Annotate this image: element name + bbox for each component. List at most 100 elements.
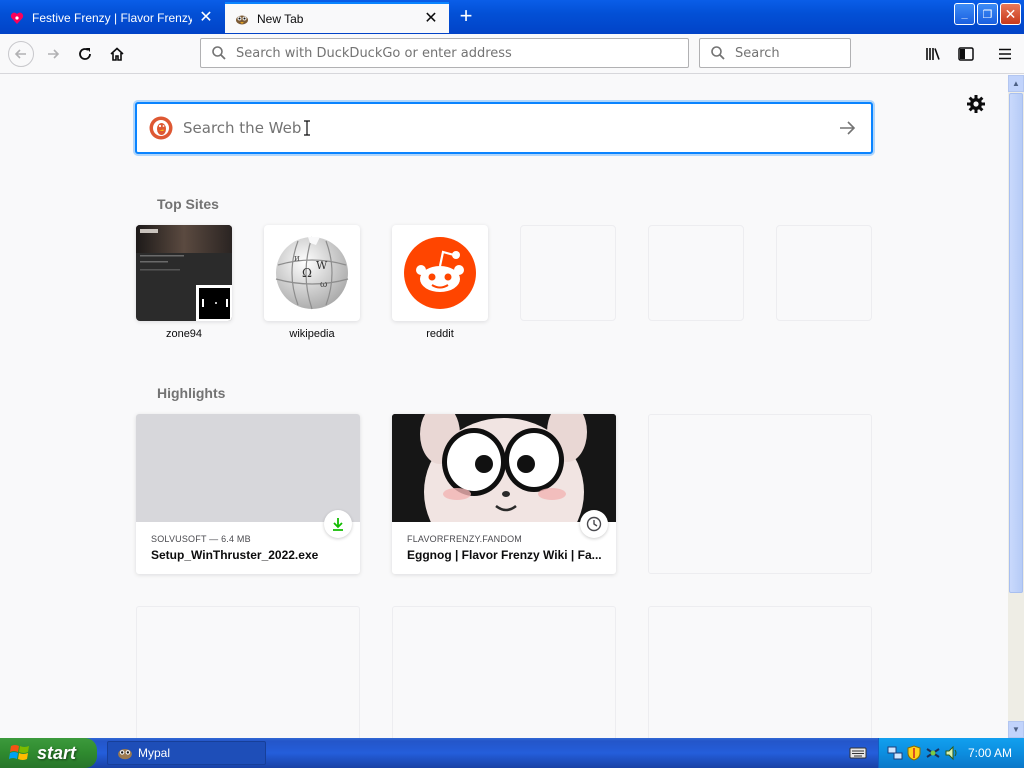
empty-site-tile	[648, 225, 744, 321]
taskbar-clock[interactable]: 7:00 AM	[968, 746, 1012, 760]
wikipedia-globe-icon: Ω W и ω	[275, 236, 349, 310]
home-button[interactable]	[105, 42, 129, 66]
card-source: FLAVORFRENZY.FANDOM	[407, 534, 522, 544]
tab-title: Festive Frenzy | Flavor Frenzy Wiki	[32, 10, 192, 25]
empty-site-tile	[776, 225, 872, 321]
card-title: Eggnog | Flavor Frenzy Wiki | Fa...	[407, 548, 602, 562]
menu-button[interactable]	[993, 42, 1017, 66]
top-site-label: zone94	[165, 328, 203, 340]
top-site-empty-slot[interactable]	[648, 225, 744, 321]
top-site-wikipedia[interactable]: Ω W и ω wikipedia	[264, 225, 360, 340]
top-site-label: wikipedia	[289, 328, 335, 340]
close-window-button[interactable]: ✕	[1000, 3, 1021, 25]
highlight-empty-slot	[136, 606, 360, 738]
download-badge	[324, 510, 352, 538]
history-clock-icon	[586, 516, 602, 532]
maximize-button[interactable]: ❐	[977, 3, 998, 25]
download-icon	[333, 518, 343, 531]
gear-icon[interactable]	[966, 94, 986, 114]
svg-text:ω: ω	[320, 280, 327, 290]
eggnog-character-image	[392, 414, 616, 566]
card-source: SOLVUSOFT — 6.4 MB	[151, 534, 251, 544]
top-site-empty-slot[interactable]	[776, 225, 872, 321]
svg-text:Ω: Ω	[302, 266, 312, 280]
highlight-card-download[interactable]: SOLVUSOFT — 6.4 MB Setup_WinThruster_202…	[136, 414, 360, 574]
sidebar-toggle-button[interactable]	[954, 42, 978, 66]
web-search-box[interactable]	[135, 102, 873, 154]
card-title: Setup_WinThruster_2022.exe	[151, 548, 319, 562]
mypal-icon	[118, 749, 132, 760]
scroll-down-button[interactable]: ▼	[1008, 721, 1024, 738]
new-tab-page: Top Sites zone94	[0, 75, 1008, 738]
svg-text:и: и	[294, 254, 300, 264]
home-icon	[110, 47, 124, 61]
highlight-empty-slot	[648, 414, 872, 574]
connection-icon[interactable]	[925, 745, 941, 761]
web-search-input[interactable]	[181, 118, 837, 138]
search-input[interactable]	[733, 44, 907, 62]
library-button[interactable]	[922, 42, 946, 66]
tab-title: New Tab	[257, 11, 304, 26]
zone94-thumbnail	[136, 225, 232, 321]
empty-site-tile	[520, 225, 616, 321]
scroll-up-button[interactable]: ▲	[1008, 75, 1024, 92]
vertical-scrollbar[interactable]: ▲ ▼	[1008, 75, 1024, 738]
reload-icon	[79, 48, 91, 60]
search-icon	[711, 46, 725, 60]
forward-button[interactable]	[41, 42, 65, 66]
taskbar-item-mypal[interactable]: Mypal	[107, 741, 266, 765]
back-arrow-icon	[14, 49, 26, 59]
site-thumbnail	[392, 225, 488, 321]
top-site-empty-slot[interactable]	[520, 225, 616, 321]
card-thumbnail	[136, 414, 360, 522]
tab-close-icon[interactable]: ✕	[423, 10, 439, 27]
site-thumbnail: Ω W и ω	[264, 225, 360, 321]
keyboard-icon[interactable]	[849, 746, 867, 760]
tab-close-icon[interactable]: ✕	[198, 9, 214, 26]
top-sites-heading: Top Sites	[157, 196, 219, 212]
site-thumbnail	[136, 225, 232, 321]
search-icon	[212, 46, 226, 60]
taskbar-item-label: Mypal	[138, 746, 171, 760]
library-icon	[926, 48, 940, 60]
arrow-right-icon[interactable]	[837, 118, 857, 138]
url-bar[interactable]	[200, 38, 689, 68]
highlight-empty-slot	[648, 606, 872, 738]
scroll-thumb[interactable]	[1009, 93, 1023, 593]
duckduckgo-logo-icon	[149, 116, 173, 140]
back-button[interactable]	[8, 41, 34, 67]
windows-taskbar: start Mypal 7:00 AM	[0, 738, 1024, 768]
reload-button[interactable]	[73, 42, 97, 66]
start-button[interactable]: start	[0, 738, 97, 768]
sidebar-icon	[958, 47, 974, 61]
reddit-icon	[404, 237, 476, 309]
network-icon[interactable]	[887, 745, 903, 761]
new-tab-button[interactable]: +	[455, 5, 477, 28]
start-label: start	[37, 742, 77, 763]
card-thumbnail	[392, 414, 616, 566]
svg-text:W: W	[316, 259, 328, 272]
forward-arrow-icon	[48, 49, 60, 59]
mypal-icon	[236, 15, 248, 24]
tab-festive-frenzy[interactable]: Festive Frenzy | Flavor Frenzy Wiki ✕	[0, 2, 224, 33]
fandom-heart-icon	[10, 12, 24, 24]
top-site-zone94[interactable]: zone94	[136, 225, 232, 340]
url-input[interactable]	[234, 44, 688, 62]
highlights-heading: Highlights	[157, 385, 226, 401]
system-tray: 7:00 AM	[878, 738, 1024, 768]
hamburger-menu-icon	[999, 48, 1011, 60]
top-site-reddit[interactable]: reddit	[392, 225, 488, 340]
volume-icon[interactable]	[944, 745, 960, 761]
browser-tab-bar: Festive Frenzy | Flavor Frenzy Wiki ✕ Ne…	[0, 0, 1024, 34]
security-shield-icon[interactable]	[906, 745, 922, 761]
highlight-card-eggnog[interactable]: FLAVORFRENZY.FANDOM Eggnog | Flavor Fren…	[392, 414, 616, 574]
navigation-toolbar	[0, 34, 1024, 74]
windows-logo-icon	[9, 745, 29, 760]
text-cursor-icon	[304, 120, 310, 136]
minimize-button[interactable]: _	[954, 3, 975, 25]
search-bar[interactable]	[699, 38, 907, 68]
top-site-label: reddit	[426, 328, 454, 340]
history-badge	[580, 510, 608, 538]
tab-new-tab[interactable]: New Tab ✕	[225, 2, 449, 33]
highlight-empty-slot	[392, 606, 616, 738]
